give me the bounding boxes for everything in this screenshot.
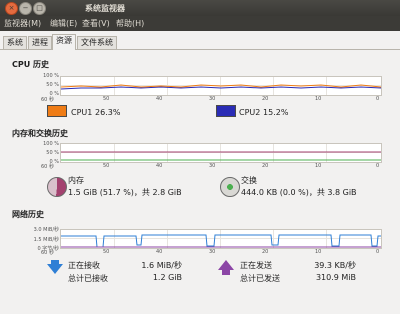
receiving-label: 正在接收 (68, 261, 100, 270)
network-x-label-10: 10 (315, 249, 322, 255)
cpu-x-label-60: 60 秒 (41, 97, 54, 103)
network-graph (60, 229, 382, 249)
menu-edit[interactable]: 编辑(E) (50, 18, 77, 29)
received-total-label: 总计已接收 (68, 274, 108, 283)
cpu2-label: CPU2 (239, 108, 261, 117)
cpu1-color-swatch[interactable] (47, 105, 67, 117)
memory-x-label-0: 0 (376, 163, 380, 169)
minimize-button[interactable]: − (19, 2, 32, 15)
cpu-x-label-30: 30 (209, 96, 216, 102)
memory-x-label-10: 10 (315, 163, 322, 169)
network-y-label-max: 3.0 MiB/秒 (33, 227, 59, 233)
menu-monitor[interactable]: 监视器(M) (4, 18, 41, 29)
sent-total-label: 总计已发送 (240, 274, 280, 283)
receive-line (61, 234, 381, 248)
cpu-y-label-50: 50 % (46, 82, 59, 88)
memory-graph (60, 143, 382, 163)
receiving-value: 1.6 MiB/秒 (141, 261, 182, 270)
memory-y-label-50: 50 % (46, 150, 59, 156)
cpu2-line (61, 86, 381, 90)
menu-help[interactable]: 帮助(H) (116, 18, 144, 29)
cpu-history-title: CPU 历史 (12, 60, 50, 69)
cpu2-value: 15.2% (263, 108, 289, 117)
memory-x-label-40: 40 (156, 163, 163, 169)
cpu-x-label-40: 40 (156, 96, 163, 102)
tab-bar: 系统 进程 资源 文件系统 (0, 33, 400, 50)
memory-pie-icon[interactable] (47, 177, 67, 197)
window-title: 系统监视器 (85, 4, 125, 13)
tab-system[interactable]: 系统 (3, 36, 27, 49)
received-total-value: 1.2 GiB (152, 273, 182, 282)
cpu-x-label-20: 20 (262, 96, 269, 102)
network-x-label-30: 30 (209, 249, 216, 255)
sending-value: 39.3 KB/秒 (314, 261, 356, 270)
network-x-label-50: 50 (103, 249, 110, 255)
sending-label: 正在发送 (240, 261, 272, 270)
network-x-label-60: 60 秒 (41, 250, 54, 256)
sent-total-value: 310.9 MiB (315, 273, 356, 282)
close-button[interactable]: × (5, 2, 18, 15)
memory-value: 1.5 GiB (51.7 %)，共 2.8 GiB (68, 188, 182, 197)
title-bar: × − □ 系统监视器 (0, 0, 400, 16)
send-arrow-shaft (222, 270, 230, 275)
network-history-title: 网络历史 (12, 210, 44, 219)
tab-processes[interactable]: 进程 (28, 36, 52, 49)
cpu-x-label-10: 10 (315, 96, 322, 102)
cpu-x-label-0: 0 (376, 96, 380, 102)
tab-resources[interactable]: 资源 (52, 34, 76, 50)
swap-label: 交换 (241, 176, 257, 185)
tab-filesystems[interactable]: 文件系统 (77, 36, 117, 49)
menu-bar: 监视器(M) 编辑(E) 查看(V) 帮助(H) (0, 16, 400, 31)
cpu1-label: CPU1 (71, 108, 93, 117)
network-x-label-0: 0 (376, 249, 380, 255)
maximize-button[interactable]: □ (33, 2, 46, 15)
memory-x-label-60: 60 秒 (41, 164, 54, 170)
memory-x-label-50: 50 (103, 163, 110, 169)
network-x-label-20: 20 (262, 249, 269, 255)
memory-x-label-20: 20 (262, 163, 269, 169)
memory-x-label-30: 30 (209, 163, 216, 169)
network-y-label-mid: 1.5 MiB/秒 (33, 237, 59, 243)
network-x-label-40: 40 (156, 249, 163, 255)
cpu1-value: 26.3% (95, 108, 121, 117)
system-monitor-window: × − □ 系统监视器 监视器(M) 编辑(E) 查看(V) 帮助(H) 系统 … (0, 0, 400, 314)
swap-value: 444.0 KB (0.0 %)，共 3.8 GiB (241, 188, 357, 197)
cpu2-color-swatch[interactable] (216, 105, 236, 117)
memory-label: 内存 (68, 176, 84, 185)
cpu-y-label-100: 100 % (43, 73, 59, 79)
menu-view[interactable]: 查看(V) (82, 18, 110, 29)
receive-arrow-shaft (51, 260, 59, 265)
cpu1-line (61, 84, 381, 88)
cpu-graph (60, 76, 382, 96)
cpu-x-label-50: 50 (103, 96, 110, 102)
memory-y-label-100: 100 % (43, 141, 59, 147)
memory-history-title: 内存和交换历史 (12, 129, 68, 138)
send-arrow-icon[interactable] (218, 260, 234, 270)
receive-arrow-icon[interactable] (47, 264, 63, 274)
swap-pie-icon[interactable] (220, 177, 240, 197)
